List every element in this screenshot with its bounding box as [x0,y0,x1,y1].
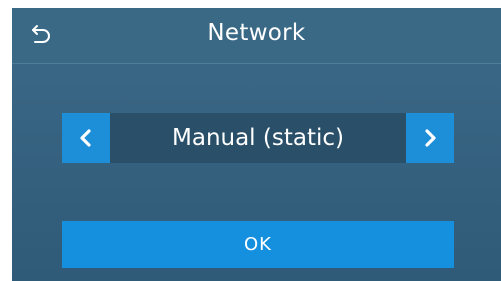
header-bar: Network [12,8,501,64]
network-mode-value: Manual (static) [110,113,406,163]
page-title: Network [207,20,306,46]
network-mode-selector: Manual (static) [62,113,454,163]
chevron-right-icon [425,129,436,147]
next-option-button[interactable] [406,113,454,163]
chevron-left-icon [80,129,91,147]
previous-option-button[interactable] [62,113,110,163]
network-screen: Network Manual (static) OK [12,8,501,281]
ok-button[interactable]: OK [62,221,454,268]
